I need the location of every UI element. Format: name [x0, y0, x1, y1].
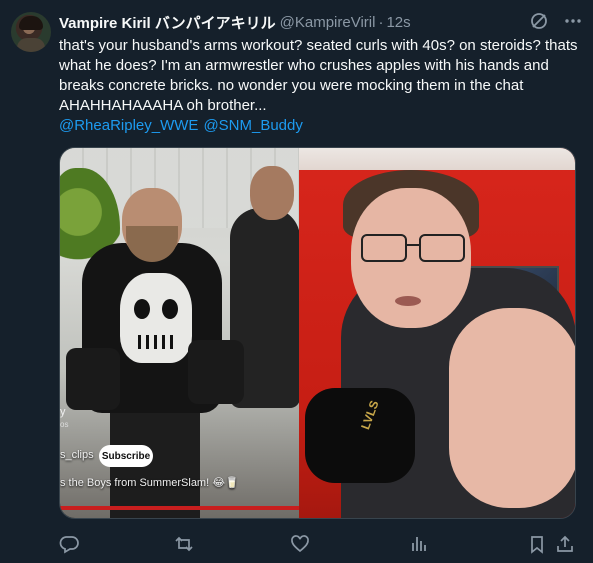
gym-video-panel: y os s_clips Subscribe s the Boys from S… [60, 148, 299, 518]
wrapped-fist [305, 388, 415, 483]
header-actions [529, 11, 583, 31]
grok-icon[interactable] [529, 11, 549, 31]
overlay-side-text: y [60, 406, 66, 418]
dumbbell-right [188, 340, 244, 404]
media-image[interactable]: y os s_clips Subscribe s the Boys from S… [59, 147, 576, 519]
mouth [395, 296, 421, 306]
share-icon[interactable] [555, 534, 575, 554]
tweet-header: Vampire Kiril バンパイアキリル @KampireViril · 1… [59, 11, 583, 33]
progress-bar [60, 506, 299, 510]
action-bar [59, 531, 579, 557]
tweet-text: that's your husband's arms workout? seat… [59, 37, 578, 114]
channel-name: s_clips [60, 449, 94, 461]
dumbbell-left [66, 348, 120, 410]
skull-shirt-graphic [120, 273, 192, 363]
avatar-body [17, 38, 45, 52]
tweet[interactable]: Vampire Kiril バンパイアキリル @KampireViril · 1… [0, 0, 593, 563]
avatar[interactable] [11, 12, 51, 52]
timestamp[interactable]: 12s [386, 14, 410, 31]
like-icon[interactable] [290, 534, 310, 554]
user-handle[interactable]: @KampireViril [280, 14, 376, 31]
separator-dot: · [378, 13, 384, 31]
avatar-hair [19, 16, 43, 30]
subscribe-button: Subscribe [99, 445, 153, 467]
reply-icon[interactable] [59, 534, 79, 554]
more-icon[interactable] [563, 11, 583, 31]
wall-top [299, 148, 575, 170]
selfie-panel: LVLS [299, 148, 575, 518]
overlay-side-small: os [60, 420, 69, 429]
glasses [361, 234, 473, 264]
video-caption: s the Boys from SummerSlam! 😂🥛 [60, 477, 239, 489]
mention-link[interactable]: @RheaRipley_WWE [59, 117, 198, 134]
mention-link[interactable]: @SNM_Buddy [203, 117, 302, 134]
background-man-head [250, 166, 294, 220]
flexed-arm [449, 308, 575, 508]
views-icon[interactable] [409, 534, 429, 554]
bookmark-icon[interactable] [527, 534, 547, 554]
mentions: @RheaRipley_WWE @SNM_Buddy [59, 116, 308, 136]
retweet-icon[interactable] [174, 534, 194, 554]
display-name[interactable]: Vampire Kiril バンパイアキリル [59, 12, 276, 33]
